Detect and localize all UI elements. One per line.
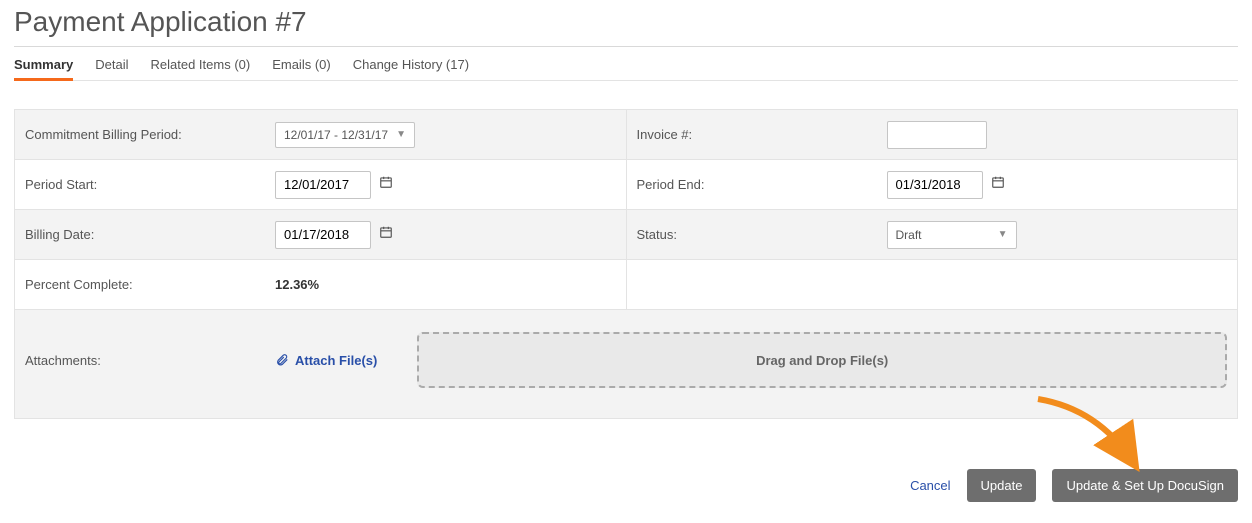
tab-summary[interactable]: Summary (14, 57, 73, 80)
period-end-input[interactable] (887, 171, 983, 199)
commitment-period-value: 12/01/17 - 12/31/17 (284, 128, 388, 142)
percent-complete-label: Percent Complete: (25, 277, 275, 292)
cancel-link[interactable]: Cancel (910, 478, 950, 493)
form: Commitment Billing Period: 12/01/17 - 12… (14, 109, 1238, 419)
status-label: Status: (637, 227, 887, 242)
attachments-label: Attachments: (25, 353, 275, 368)
commitment-period-label: Commitment Billing Period: (25, 127, 275, 142)
paperclip-icon (275, 353, 289, 367)
calendar-icon[interactable] (379, 225, 393, 244)
invoice-label: Invoice #: (637, 127, 887, 142)
caret-down-icon: ▼ (396, 129, 406, 140)
tab-detail[interactable]: Detail (95, 57, 128, 80)
tab-change-history[interactable]: Change History (17) (353, 57, 469, 80)
billing-date-input[interactable] (275, 221, 371, 249)
file-dropzone[interactable]: Drag and Drop File(s) (417, 332, 1227, 388)
attach-file-text: Attach File(s) (295, 353, 377, 368)
billing-date-label: Billing Date: (25, 227, 275, 242)
percent-complete-value: 12.36% (275, 277, 319, 292)
tab-related-items[interactable]: Related Items (0) (151, 57, 251, 80)
period-start-input[interactable] (275, 171, 371, 199)
status-value: Draft (896, 228, 922, 242)
update-docusign-button[interactable]: Update & Set Up DocuSign (1052, 469, 1238, 502)
actions-bar: Cancel Update Update & Set Up DocuSign (14, 469, 1238, 502)
page-title: Payment Application #7 (14, 0, 1238, 46)
update-button[interactable]: Update (967, 469, 1037, 502)
dropzone-text: Drag and Drop File(s) (756, 353, 888, 368)
commitment-period-select[interactable]: 12/01/17 - 12/31/17 ▼ (275, 122, 415, 148)
caret-down-icon: ▼ (998, 229, 1008, 240)
invoice-input[interactable] (887, 121, 987, 149)
calendar-icon[interactable] (379, 175, 393, 194)
attach-file-link[interactable]: Attach File(s) (275, 353, 377, 368)
period-end-label: Period End: (637, 177, 887, 192)
status-select[interactable]: Draft ▼ (887, 221, 1017, 249)
tab-emails[interactable]: Emails (0) (272, 57, 331, 80)
tabs: Summary Detail Related Items (0) Emails … (14, 47, 1238, 81)
period-start-label: Period Start: (25, 177, 275, 192)
calendar-icon[interactable] (991, 175, 1005, 194)
